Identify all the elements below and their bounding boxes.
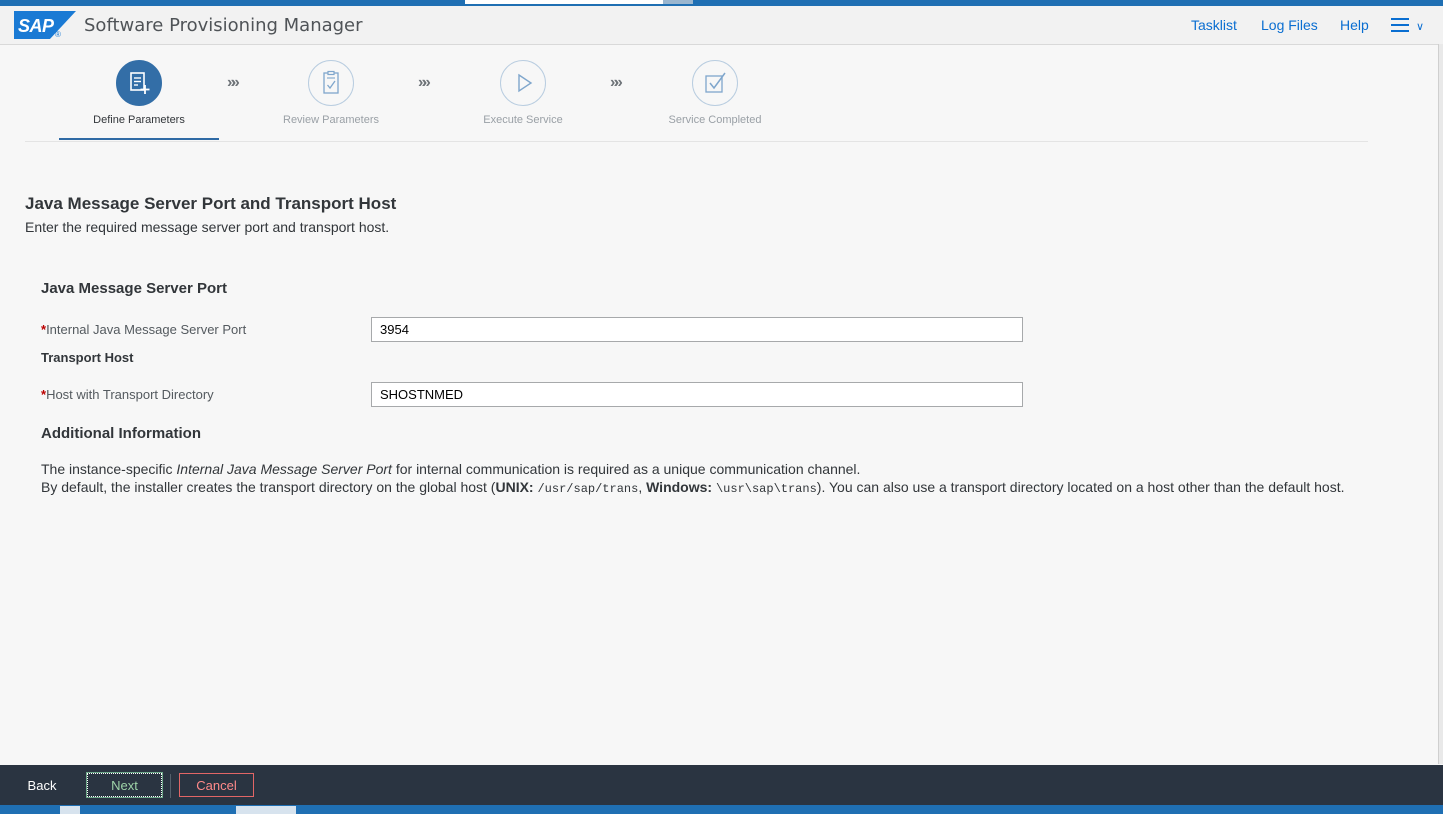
tasklist-link[interactable]: Tasklist bbox=[1191, 17, 1237, 33]
chevron-down-icon[interactable]: ∨ bbox=[1416, 20, 1424, 33]
step-label: Define Parameters bbox=[93, 114, 185, 126]
section-title-message-server: Java Message Server Port bbox=[41, 280, 227, 297]
host-label-text: Host with Transport Directory bbox=[46, 387, 214, 402]
taskbar bbox=[0, 805, 1443, 814]
browser-tab[interactable] bbox=[465, 0, 663, 4]
form-add-icon bbox=[116, 60, 162, 106]
section-title-transport-host: Transport Host bbox=[41, 350, 134, 365]
step-label: Review Parameters bbox=[283, 114, 379, 126]
wizard-step-define-parameters[interactable]: Define Parameters bbox=[59, 60, 219, 140]
step-label: Service Completed bbox=[668, 114, 762, 126]
log-files-link[interactable]: Log Files bbox=[1261, 17, 1318, 33]
sap-logo-text: SAP bbox=[18, 16, 54, 36]
clipboard-check-icon bbox=[308, 60, 354, 106]
wizard-progress: Define Parameters »» Review Parameters »… bbox=[25, 44, 1368, 142]
page-title: Java Message Server Port and Transport H… bbox=[25, 194, 397, 213]
info-paragraph-2: By default, the installer creates the tr… bbox=[41, 479, 1345, 496]
port-label-text: Internal Java Message Server Port bbox=[46, 322, 247, 337]
info-paragraph-1: The instance-specific Internal Java Mess… bbox=[41, 461, 861, 477]
window-edge bbox=[1438, 44, 1443, 764]
active-step-indicator bbox=[59, 138, 219, 140]
additional-info-title: Additional Information bbox=[41, 425, 201, 442]
wizard-step-service-completed[interactable]: Service Completed bbox=[635, 60, 795, 126]
play-icon bbox=[500, 60, 546, 106]
footer-toolbar: Back Next Cancel bbox=[0, 765, 1443, 805]
checkbox-icon bbox=[692, 60, 738, 106]
wizard-step-execute-service[interactable]: Execute Service bbox=[443, 60, 603, 126]
next-button[interactable]: Next bbox=[86, 772, 163, 798]
shell-header: SAP ® Software Provisioning Manager Task… bbox=[0, 6, 1443, 45]
cancel-button[interactable]: Cancel bbox=[179, 773, 254, 797]
additional-info-text: The instance-specific Internal Java Mess… bbox=[41, 460, 1361, 498]
back-button[interactable]: Back bbox=[14, 773, 70, 797]
transport-host-input[interactable] bbox=[371, 382, 1023, 407]
host-label: *Host with Transport Directory bbox=[41, 387, 214, 402]
app-title: Software Provisioning Manager bbox=[84, 15, 363, 36]
registered-mark: ® bbox=[55, 30, 61, 39]
wizard-step-review-parameters[interactable]: Review Parameters bbox=[251, 60, 411, 126]
footer-divider bbox=[170, 774, 171, 798]
step-label: Execute Service bbox=[483, 114, 563, 126]
page-subtitle: Enter the required message server port a… bbox=[25, 219, 390, 235]
help-link[interactable]: Help bbox=[1340, 17, 1369, 33]
step-separator-icon: »» bbox=[227, 74, 240, 91]
hamburger-icon[interactable] bbox=[1391, 18, 1409, 32]
taskbar-item[interactable] bbox=[236, 806, 296, 814]
step-separator-icon: »» bbox=[418, 74, 431, 91]
taskbar-item[interactable] bbox=[60, 806, 80, 814]
step-separator-icon: »» bbox=[610, 74, 623, 91]
message-server-port-input[interactable] bbox=[371, 317, 1023, 342]
browser-tab-edge[interactable] bbox=[663, 0, 693, 4]
port-label: *Internal Java Message Server Port bbox=[41, 322, 246, 337]
